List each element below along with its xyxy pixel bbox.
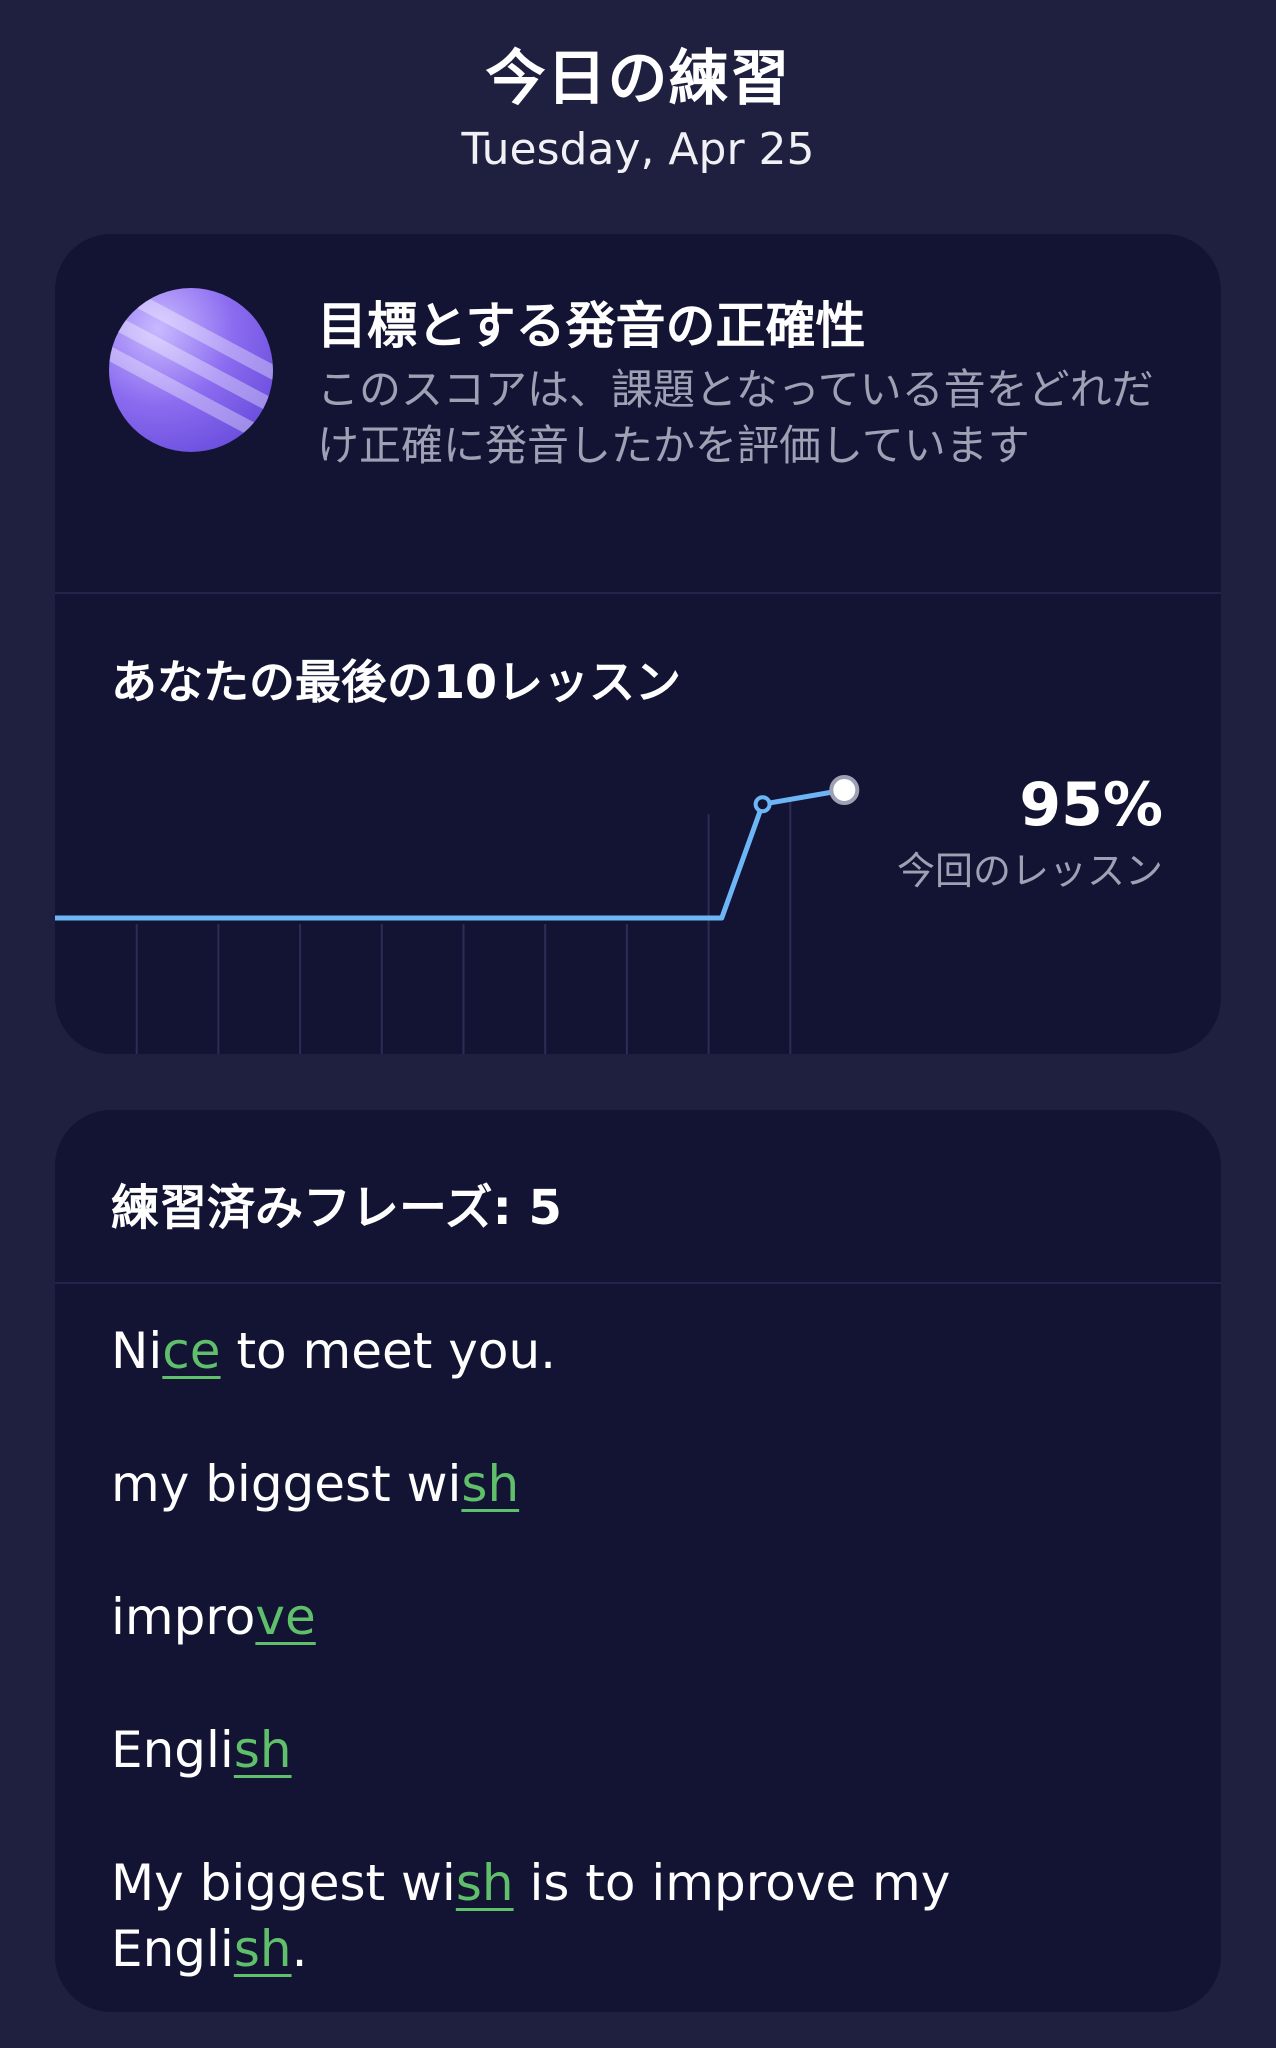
current-score-label: 今回のレッスン: [896, 849, 1163, 893]
phrase-text: .: [291, 1920, 308, 1978]
target-sound: ve: [255, 1588, 316, 1646]
page-date: Tuesday, Apr 25: [461, 124, 815, 175]
card-divider: [55, 1282, 1221, 1284]
practiced-phrases-card: 練習済みフレーズ: 5 Nice to meet you. my biggest…: [55, 1110, 1221, 2012]
lesson-chart: [55, 775, 860, 1054]
phrase-text: is to improve my: [513, 1854, 951, 1912]
phrases-heading: 練習済みフレーズ: 5: [111, 1180, 562, 1236]
target-sound: ce: [162, 1322, 221, 1380]
chart-point: [753, 795, 772, 814]
phrase-text: Engli: [111, 1920, 234, 1978]
phrase-item[interactable]: English: [111, 1717, 1171, 1783]
chart-current-point: [829, 775, 860, 805]
page-title: 今日の練習: [485, 44, 791, 114]
phrase-text: Engli: [111, 1721, 234, 1779]
phrase-text: My biggest wi: [111, 1854, 456, 1912]
target-sound: sh: [455, 1854, 514, 1912]
phrase-item[interactable]: Nice to meet you.: [111, 1318, 1171, 1384]
phrase-text: Ni: [111, 1322, 163, 1380]
current-score: 95%: [1019, 770, 1163, 840]
phrase-item[interactable]: improve: [111, 1584, 1171, 1650]
phrase-text: impro: [111, 1588, 256, 1646]
phrase-item[interactable]: my biggest wish: [111, 1451, 1171, 1517]
phrase-text: my biggest wi: [111, 1455, 462, 1513]
target-sound: sh: [461, 1455, 520, 1513]
goal-accuracy-card[interactable]: 目標とする発音の正確性 このスコアは、課題となっている音をどれだけ正確に発音した…: [55, 234, 1221, 1054]
target-sound: sh: [233, 1920, 292, 1978]
chart-series-line: [55, 787, 845, 921]
phrase-item[interactable]: My biggest wish is to improve my English…: [111, 1850, 1171, 1982]
phrase-text: to meet you.: [220, 1322, 557, 1380]
target-sound: sh: [233, 1721, 292, 1779]
